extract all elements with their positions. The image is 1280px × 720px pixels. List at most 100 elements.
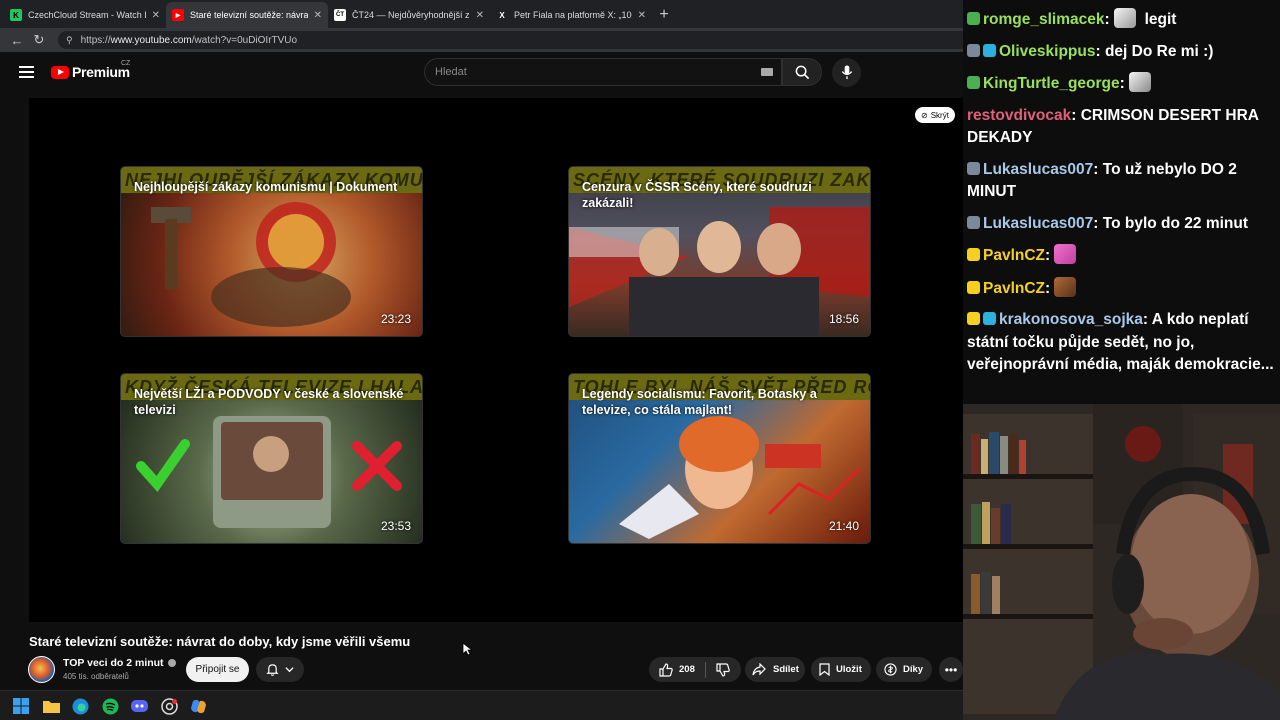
bookmark-icon — [819, 663, 830, 676]
country-code: CZ — [121, 60, 131, 67]
tab-ct24[interactable]: ČT ČT24 — Nejdůvěryhodnější zpravo ✕ — [328, 2, 490, 28]
gift-badge-icon — [967, 248, 980, 261]
more-actions-button[interactable]: ••• — [939, 657, 963, 682]
gift-badge-icon — [967, 280, 980, 294]
gift-badge-icon — [967, 215, 980, 229]
chat-separator: : — [1095, 42, 1105, 60]
keyboard-icon[interactable] — [761, 68, 773, 76]
tab-youtube[interactable]: ▶ Staré televizní soutěže: návrat do d ✕ — [166, 2, 328, 28]
card-title: Cenzura v ČSSR Scény, které soudruzi zak… — [582, 180, 812, 210]
x-logo-icon: X — [499, 10, 505, 20]
hide-label: Skrýt — [930, 110, 949, 120]
kick-icon: K — [10, 9, 22, 21]
like-count: 208 — [679, 664, 695, 675]
reload-icon[interactable]: ↻ — [28, 29, 50, 51]
tab-czechcloud[interactable]: K CzechCloud Stream - Watch Live o ✕ — [4, 2, 166, 28]
gift-badge-icon — [967, 43, 980, 57]
chat-username: Lukaslucas007 — [983, 214, 1094, 232]
notifications-button[interactable] — [256, 657, 304, 682]
chat-separator: : — [1119, 75, 1130, 92]
share-button[interactable]: Sdílet — [745, 657, 805, 682]
site-info-icon[interactable]: ⚲ — [66, 35, 73, 46]
edge-icon[interactable] — [70, 696, 90, 716]
chat-message: PavlnCZ: — [967, 276, 1276, 301]
endscreen-video-card[interactable]: KDYŽ ČESKÁ TELEVIZE LHALA CELÉMU NÁRODU … — [120, 373, 423, 544]
like-dislike-group: 208 — [649, 657, 741, 682]
mouse-cursor-icon — [462, 642, 472, 656]
back-icon[interactable]: ← — [6, 29, 28, 51]
spotify-icon[interactable] — [100, 696, 120, 716]
file-explorer-icon[interactable] — [41, 696, 61, 716]
chat-username: krakonosova_sojka — [999, 311, 1143, 328]
copilot-icon[interactable] — [188, 696, 208, 716]
join-button[interactable]: Připojit se — [186, 657, 249, 682]
gift-badge-icon — [967, 161, 980, 175]
hide-endscreen-button[interactable]: ⊘ Skrýt — [915, 107, 955, 123]
channel-avatar[interactable] — [28, 656, 55, 683]
menu-icon[interactable] — [19, 66, 34, 78]
diamond-badge-icon — [983, 312, 996, 325]
stream-chat: romge_slimacek: legit Oliveskippus: dej … — [963, 0, 1280, 404]
youtube-play-icon — [51, 65, 69, 79]
chat-message: krakonosova_sojka: A kdo neplatí státní … — [967, 309, 1276, 377]
browser-tabbar: K CzechCloud Stream - Watch Live o ✕ ▶ S… — [0, 0, 963, 28]
chevron-down-icon — [285, 667, 294, 673]
chat-text: legit — [1144, 11, 1177, 28]
diamond-badge-icon — [983, 43, 996, 57]
like-button[interactable]: 208 — [649, 657, 705, 682]
screen: K CzechCloud Stream - Watch Live o ✕ ▶ S… — [0, 0, 1280, 720]
chat-username: PavlnCZ — [983, 279, 1046, 297]
chat-username: romge_slimacek — [983, 11, 1105, 28]
tab-title: Staré televizní soutěže: návrat do d — [190, 10, 308, 20]
dislike-button[interactable] — [706, 657, 740, 682]
chat-message: restovdivocak: CRIMSON DESERT HRA DEKADY — [967, 105, 1276, 150]
video-duration: 23:23 — [380, 312, 411, 326]
new-tab-button[interactable]: + — [652, 2, 676, 28]
share-label: Sdílet — [773, 664, 799, 675]
gift-badge-icon — [967, 312, 980, 325]
close-icon[interactable]: ✕ — [476, 10, 484, 21]
chat-message: PavlnCZ: — [967, 244, 1276, 268]
discord-icon[interactable] — [129, 696, 149, 716]
close-icon[interactable]: ✕ — [638, 10, 646, 21]
close-icon[interactable]: ✕ — [152, 10, 160, 21]
face-emote — [1054, 276, 1077, 297]
bell-icon — [266, 664, 279, 676]
video-duration: 23:53 — [380, 519, 411, 533]
thanks-button[interactable]: Díky — [876, 657, 932, 682]
kick-badge-icon — [967, 76, 980, 89]
endscreen-video-card[interactable]: TOHLE BYL NÁŠ SVĚT PŘED ROKEM 1989 Legen… — [568, 373, 871, 544]
chat-message: Oliveskippus: dej Do Re mi :) — [967, 41, 1276, 64]
chrome-icon[interactable] — [159, 696, 179, 716]
tab-title: ČT24 — Nejdůvěryhodnější zpravo — [352, 10, 470, 20]
windows-start-icon[interactable] — [11, 696, 31, 716]
thumbs-down-icon — [716, 662, 730, 677]
save-button[interactable]: Uložit — [811, 657, 871, 682]
chat-username: KingTurtle_george — [983, 75, 1120, 92]
video-duration: 21:40 — [828, 519, 859, 533]
share-icon — [752, 663, 766, 676]
chat-separator: : — [1142, 311, 1152, 328]
super-thanks-icon — [884, 663, 897, 676]
youtube-logo[interactable]: Premium CZ — [51, 60, 130, 80]
tab-title: Petr Fiala na platformě X: „100 dní — [514, 10, 632, 20]
praying-hands-emote — [1054, 244, 1077, 264]
card-title: Nejhloupější zákazy komunismu | Dokument — [134, 180, 398, 194]
tab-x[interactable]: X Petr Fiala na platformě X: „100 dní ✕ — [490, 2, 652, 28]
endscreen-video-card[interactable]: SCÉNY, KTERÉ SOUDRUZI ZAKÁZALI Cenzura v… — [568, 166, 871, 337]
chat-username: Oliveskippus — [999, 42, 1096, 60]
microphone-icon — [841, 65, 852, 80]
url-field[interactable]: ⚲ https://www.youtube.com/watch?v=0uDiOI… — [58, 31, 963, 49]
chat-separator: : — [1071, 106, 1081, 124]
voice-search-button[interactable] — [832, 58, 861, 87]
webcam-scene — [963, 404, 1280, 720]
search-input[interactable]: Hledat — [424, 58, 782, 86]
search-placeholder: Hledat — [435, 66, 467, 78]
channel-name-row[interactable]: TOP veci do 2 minut — [63, 657, 176, 669]
chat-separator: : — [1093, 214, 1103, 232]
windows-taskbar — [0, 690, 963, 720]
video-title: Staré televizní soutěže: návrat do doby,… — [29, 634, 411, 649]
endscreen-video-card[interactable]: NEJHLOUPĚJŠÍ ZÁKAZY KOMUNISMU Nejhloupěj… — [120, 166, 423, 337]
close-icon[interactable]: ✕ — [314, 10, 322, 21]
search-button[interactable] — [782, 58, 822, 86]
